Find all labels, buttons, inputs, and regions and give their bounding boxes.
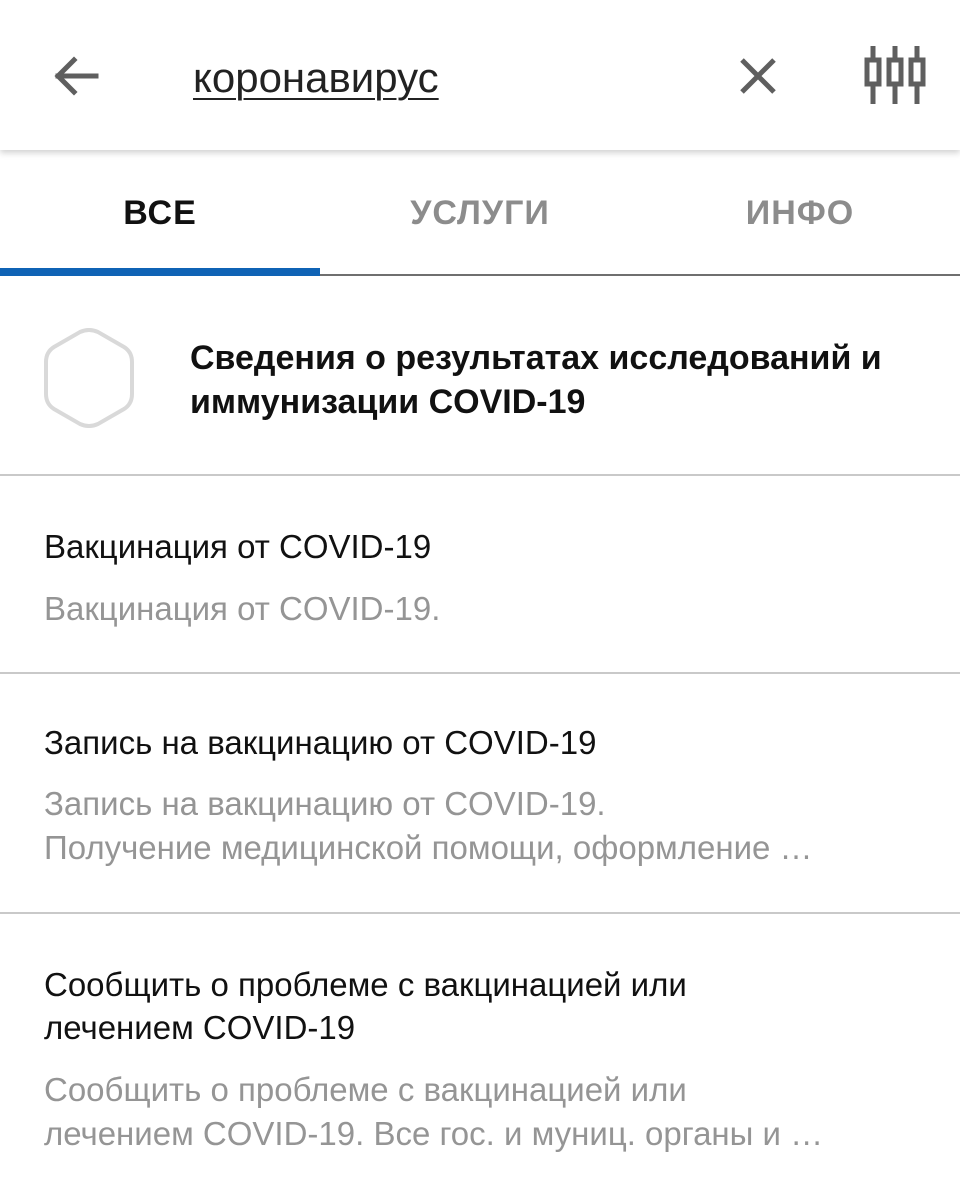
back-button[interactable] bbox=[48, 50, 104, 102]
tab-all[interactable]: ВСЕ bbox=[0, 152, 320, 274]
tab-info[interactable]: ИНФО bbox=[640, 152, 960, 274]
featured-result[interactable]: Сведения о результатах исследований и им… bbox=[0, 276, 960, 476]
result-item[interactable]: Запись на вакцинацию от COVID-19 Запись … bbox=[0, 674, 960, 914]
result-description-line-2: лечением COVID-19. Все гос. и муниц. орг… bbox=[44, 1115, 824, 1152]
clear-button[interactable] bbox=[732, 50, 784, 102]
active-tab-indicator bbox=[0, 268, 320, 276]
result-description-line-1: Сообщить о проблеме с вакцинацией или bbox=[44, 1071, 687, 1108]
tab-services[interactable]: УСЛУГИ bbox=[320, 152, 640, 274]
result-item[interactable]: Сообщить о проблеме с вакцинацией или ле… bbox=[0, 914, 960, 1200]
tab-bar: ВСЕ УСЛУГИ ИНФО bbox=[0, 152, 960, 276]
search-toolbar: коронавирус bbox=[0, 0, 960, 150]
arrow-left-icon bbox=[54, 56, 99, 96]
result-title: Вакцинация от COVID-19 bbox=[44, 528, 432, 565]
result-description-line-2: Получение медицинской помощи, оформление… bbox=[44, 829, 813, 866]
featured-result-title: Сведения о результатах исследований и им… bbox=[190, 339, 882, 421]
filter-button[interactable] bbox=[860, 42, 930, 108]
hexagon-icon bbox=[44, 328, 134, 428]
close-icon bbox=[740, 58, 776, 94]
result-title-line-1: Сообщить о проблеме с вакцинацией или bbox=[44, 966, 687, 1003]
result-item[interactable]: Вакцинация от COVID-19 Вакцинация от COV… bbox=[0, 476, 960, 674]
result-title-line-2: лечением COVID-19 bbox=[44, 1009, 356, 1046]
result-title: Запись на вакцинацию от COVID-19 bbox=[44, 724, 597, 761]
result-description-line-1: Запись на вакцинацию от COVID-19. bbox=[44, 785, 606, 822]
result-description: Вакцинация от COVID-19. bbox=[44, 590, 441, 627]
filter-sliders-icon bbox=[864, 46, 926, 104]
results-list: Сведения о результатах исследований и им… bbox=[0, 276, 960, 1200]
search-query[interactable]: коронавирус bbox=[193, 50, 439, 106]
